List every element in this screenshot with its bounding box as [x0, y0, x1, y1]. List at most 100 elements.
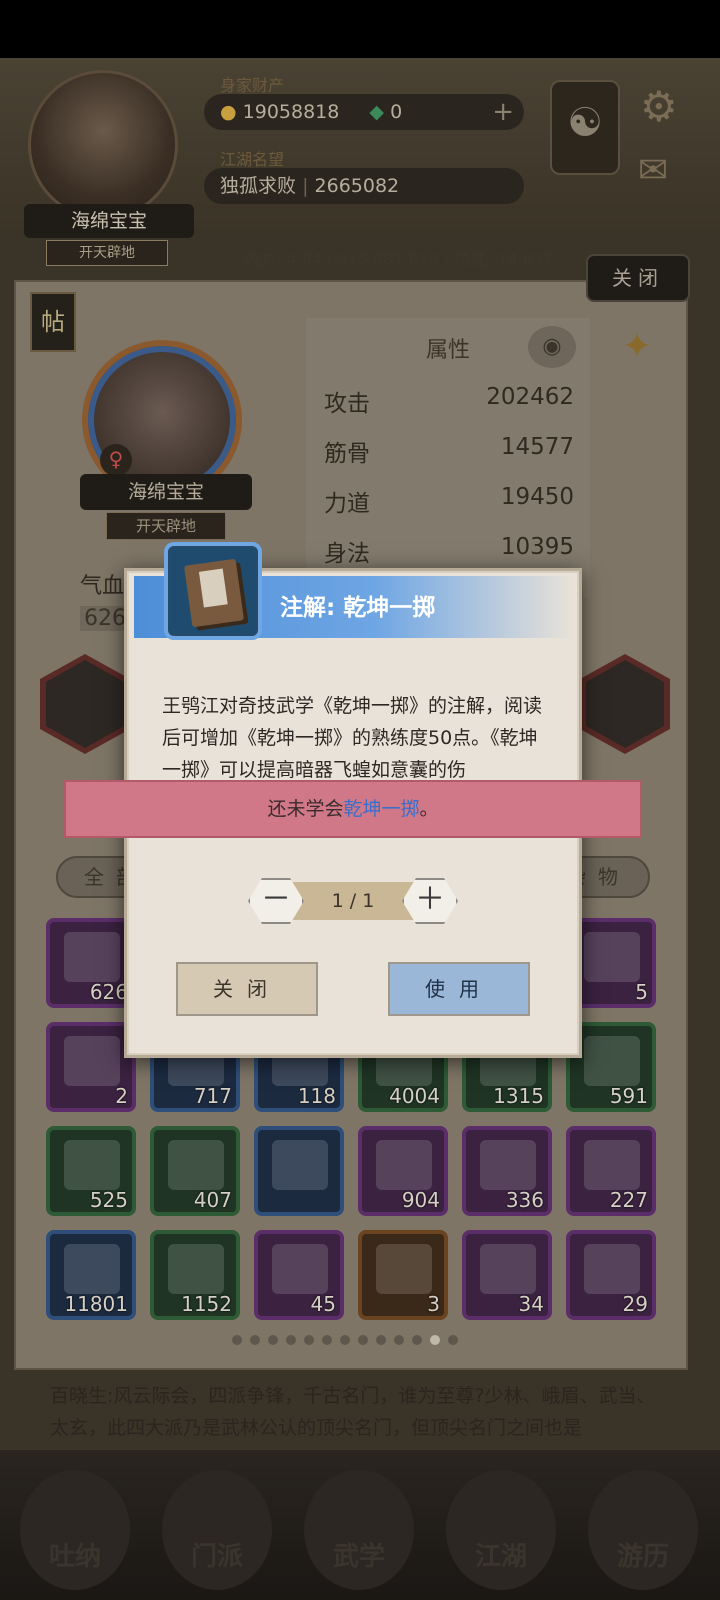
page-dot[interactable] — [232, 1335, 242, 1345]
page-dot[interactable] — [412, 1335, 422, 1345]
item-count: 34 — [518, 1292, 544, 1316]
story-text: 百晓生:风云际会，四派争锋，千古名门，谁为至尊?少林、峨眉、武当、太玄，此四大派… — [50, 1385, 656, 1439]
item-art — [64, 932, 120, 982]
hero-title: 开天辟地 — [106, 512, 226, 540]
hp-label: 气血 — [80, 574, 125, 599]
item-art — [272, 1244, 328, 1294]
warning-skill: 乾坤一掷 — [343, 798, 420, 820]
item-art — [168, 1244, 224, 1294]
player-name: 海绵宝宝 — [24, 204, 194, 238]
item-count: 4004 — [389, 1084, 440, 1108]
attribute-value: 10395 — [500, 534, 574, 560]
reputation-label: 江湖名望 — [220, 150, 285, 169]
quantity-value: 1 / 1 — [331, 890, 375, 912]
item-count: 2 — [115, 1084, 128, 1108]
add-currency-button[interactable]: + — [492, 94, 514, 130]
inventory-slot[interactable]: 336 — [462, 1126, 552, 1216]
inventory-slot[interactable]: 525 — [46, 1126, 136, 1216]
close-button[interactable]: 关闭 — [176, 962, 318, 1016]
inventory-slot[interactable] — [254, 1126, 344, 1216]
page-dot[interactable] — [304, 1335, 314, 1345]
reputation-box: 独孤求败 | 2665082 — [204, 168, 524, 204]
inventory-slot[interactable]: 34 — [462, 1230, 552, 1320]
item-count: 626 — [89, 980, 128, 1004]
wealth-label: 身家财产 — [220, 76, 285, 95]
page-indicator — [232, 1330, 466, 1345]
inventory-slot[interactable]: 29 — [566, 1230, 656, 1320]
item-description: 王鸮江对奇技武学《乾坤一掷》的注解，阅读后可增加《乾坤一掷》的熟练度50点。《乾… — [162, 695, 543, 781]
inventory-slot[interactable]: 626 — [46, 918, 136, 1008]
item-count: 591 — [609, 1084, 648, 1108]
page-dot[interactable] — [430, 1335, 440, 1345]
item-count: 1315 — [493, 1084, 544, 1108]
inventory-slot[interactable]: 11801 — [46, 1230, 136, 1320]
inventory-slot[interactable]: 904 — [358, 1126, 448, 1216]
player-title: 开天辟地 — [46, 240, 168, 266]
inventory-slot[interactable]: 2 — [46, 1022, 136, 1112]
item-count: 717 — [193, 1084, 232, 1108]
eye-icon[interactable]: ◉ — [528, 326, 576, 368]
item-art — [168, 1140, 224, 1190]
page-dot[interactable] — [286, 1335, 296, 1345]
page-dot[interactable] — [268, 1335, 278, 1345]
nav-label: 游历 — [616, 1542, 669, 1572]
attribute-row: 筋骨 14577 — [324, 434, 574, 474]
item-art — [64, 1244, 120, 1294]
gear-icon[interactable]: ⚙ — [640, 82, 678, 131]
gold-icon: ● — [220, 101, 237, 123]
item-count: 29 — [622, 1292, 648, 1316]
panel-close-button[interactable]: 关闭 — [586, 254, 690, 302]
item-art — [584, 1140, 640, 1190]
jade-icon: ◆ — [369, 101, 385, 123]
attribute-box: 属性 ◉ 攻击 202462 筋骨 14577 力道 19450 身法 1039… — [306, 318, 590, 598]
item-art — [376, 1244, 432, 1294]
attribute-name: 身法 — [324, 541, 370, 567]
taiji-button[interactable]: ☯ — [550, 80, 620, 175]
page-dot[interactable] — [358, 1335, 368, 1345]
inventory-slot[interactable]: 1152 — [150, 1230, 240, 1320]
inventory-slot[interactable]: 227 — [566, 1126, 656, 1216]
nav-label: 江湖 — [474, 1542, 527, 1572]
item-art — [272, 1140, 328, 1190]
nav-label: 吐纳 — [48, 1542, 101, 1572]
dialog-title: 注解: 乾坤一掷 — [280, 595, 436, 621]
page-dot[interactable] — [448, 1335, 458, 1345]
post-button[interactable]: 帖 — [30, 292, 76, 352]
hp-value: 626 — [80, 606, 130, 631]
warning-suffix: 。 — [419, 798, 439, 820]
medal-icon[interactable]: ✦ — [610, 326, 664, 386]
status-bar — [0, 0, 720, 58]
mail-icon[interactable]: ✉ — [638, 150, 668, 191]
page-dot[interactable] — [394, 1335, 404, 1345]
hero-name: 海绵宝宝 — [80, 474, 252, 510]
attribute-name: 筋骨 — [324, 441, 370, 467]
item-count: 3 — [427, 1292, 440, 1316]
warning-banner: 还未学会乾坤一掷。 — [64, 780, 642, 838]
item-art — [64, 1036, 120, 1086]
page-dot[interactable] — [250, 1335, 260, 1345]
yinyang-icon: ☯ — [567, 100, 603, 146]
item-art — [480, 1244, 536, 1294]
item-count: 45 — [310, 1292, 336, 1316]
attribute-row: 力道 19450 — [324, 484, 574, 524]
item-count: 336 — [505, 1188, 544, 1212]
item-art — [584, 932, 640, 982]
reputation-rank: 独孤求败 — [220, 175, 297, 197]
inventory-slot[interactable]: 45 — [254, 1230, 344, 1320]
page-dot[interactable] — [376, 1335, 386, 1345]
use-button[interactable]: 使用 — [388, 962, 530, 1016]
item-count: 525 — [89, 1188, 128, 1212]
attribute-value: 19450 — [500, 484, 574, 510]
inventory-slot[interactable]: 407 — [150, 1126, 240, 1216]
item-art — [64, 1140, 120, 1190]
currency-box: ● 19058818 ◆ 0 + — [204, 94, 524, 130]
player-avatar[interactable] — [28, 70, 178, 220]
item-count: 407 — [193, 1188, 232, 1212]
inventory-slot[interactable]: 3 — [358, 1230, 448, 1320]
page-dot[interactable] — [340, 1335, 350, 1345]
attribute-value: 14577 — [500, 434, 574, 460]
warning-prefix: 还未学会 — [267, 798, 344, 820]
nav-label: 武学 — [332, 1542, 385, 1572]
jade-amount: 0 — [390, 101, 403, 123]
page-dot[interactable] — [322, 1335, 332, 1345]
